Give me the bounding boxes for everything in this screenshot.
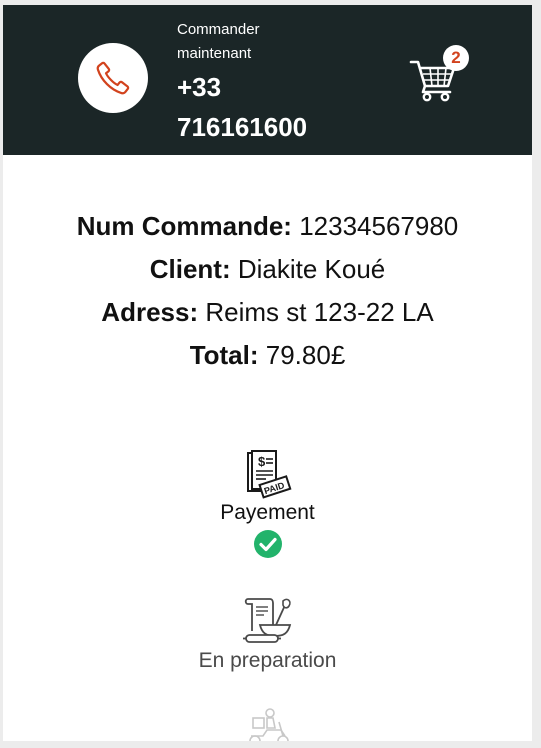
- order-number-value: 12334567980: [299, 211, 459, 241]
- address-label: Adress:: [101, 297, 199, 327]
- client-line: Client: Diakite Koué: [3, 248, 532, 291]
- client-value: Diakite Koué: [237, 254, 386, 284]
- phone-icon: [96, 61, 130, 95]
- order-number-line: Num Commande: 12334567980: [3, 205, 532, 248]
- address-line: Adress: Reims st 123-22 LA: [3, 291, 532, 334]
- paid-invoice-icon: $ PAID: [246, 450, 291, 499]
- cooking-preparation-icon: [242, 598, 291, 643]
- client-label: Client:: [149, 254, 231, 284]
- total-label: Total:: [189, 340, 259, 370]
- call-now-label: Commander maintenant: [177, 21, 260, 62]
- cart-button[interactable]: 2: [408, 45, 469, 102]
- total-value: 79.80£: [265, 340, 346, 370]
- call-button[interactable]: [78, 43, 148, 113]
- step-preparation-label: En preparation: [198, 649, 337, 672]
- cart-count-badge: 2: [443, 45, 469, 71]
- order-tracking-card: Commander maintenant +33 716161600 2 Num…: [3, 5, 532, 741]
- order-summary: Num Commande: 12334567980 Client: Diakit…: [3, 205, 532, 377]
- step-payment-label: Payement: [220, 501, 315, 524]
- order-number-label: Num Commande:: [76, 211, 292, 241]
- address-value: Reims st 123-22 LA: [205, 297, 434, 327]
- header-bar: Commander maintenant +33 716161600 2: [3, 5, 532, 155]
- step-delivery: [3, 708, 532, 741]
- delivery-scooter-icon: [248, 708, 289, 741]
- svg-text:$: $: [258, 454, 266, 469]
- total-line: Total: 79.80£: [3, 334, 532, 377]
- check-circle-icon: [253, 530, 282, 558]
- step-payment: $ PAID Payement: [3, 450, 532, 559]
- step-preparation: En preparation: [3, 595, 532, 674]
- page: Commander maintenant +33 716161600 2 Num…: [0, 0, 541, 748]
- phone-number-link[interactable]: +33 716161600: [177, 67, 347, 147]
